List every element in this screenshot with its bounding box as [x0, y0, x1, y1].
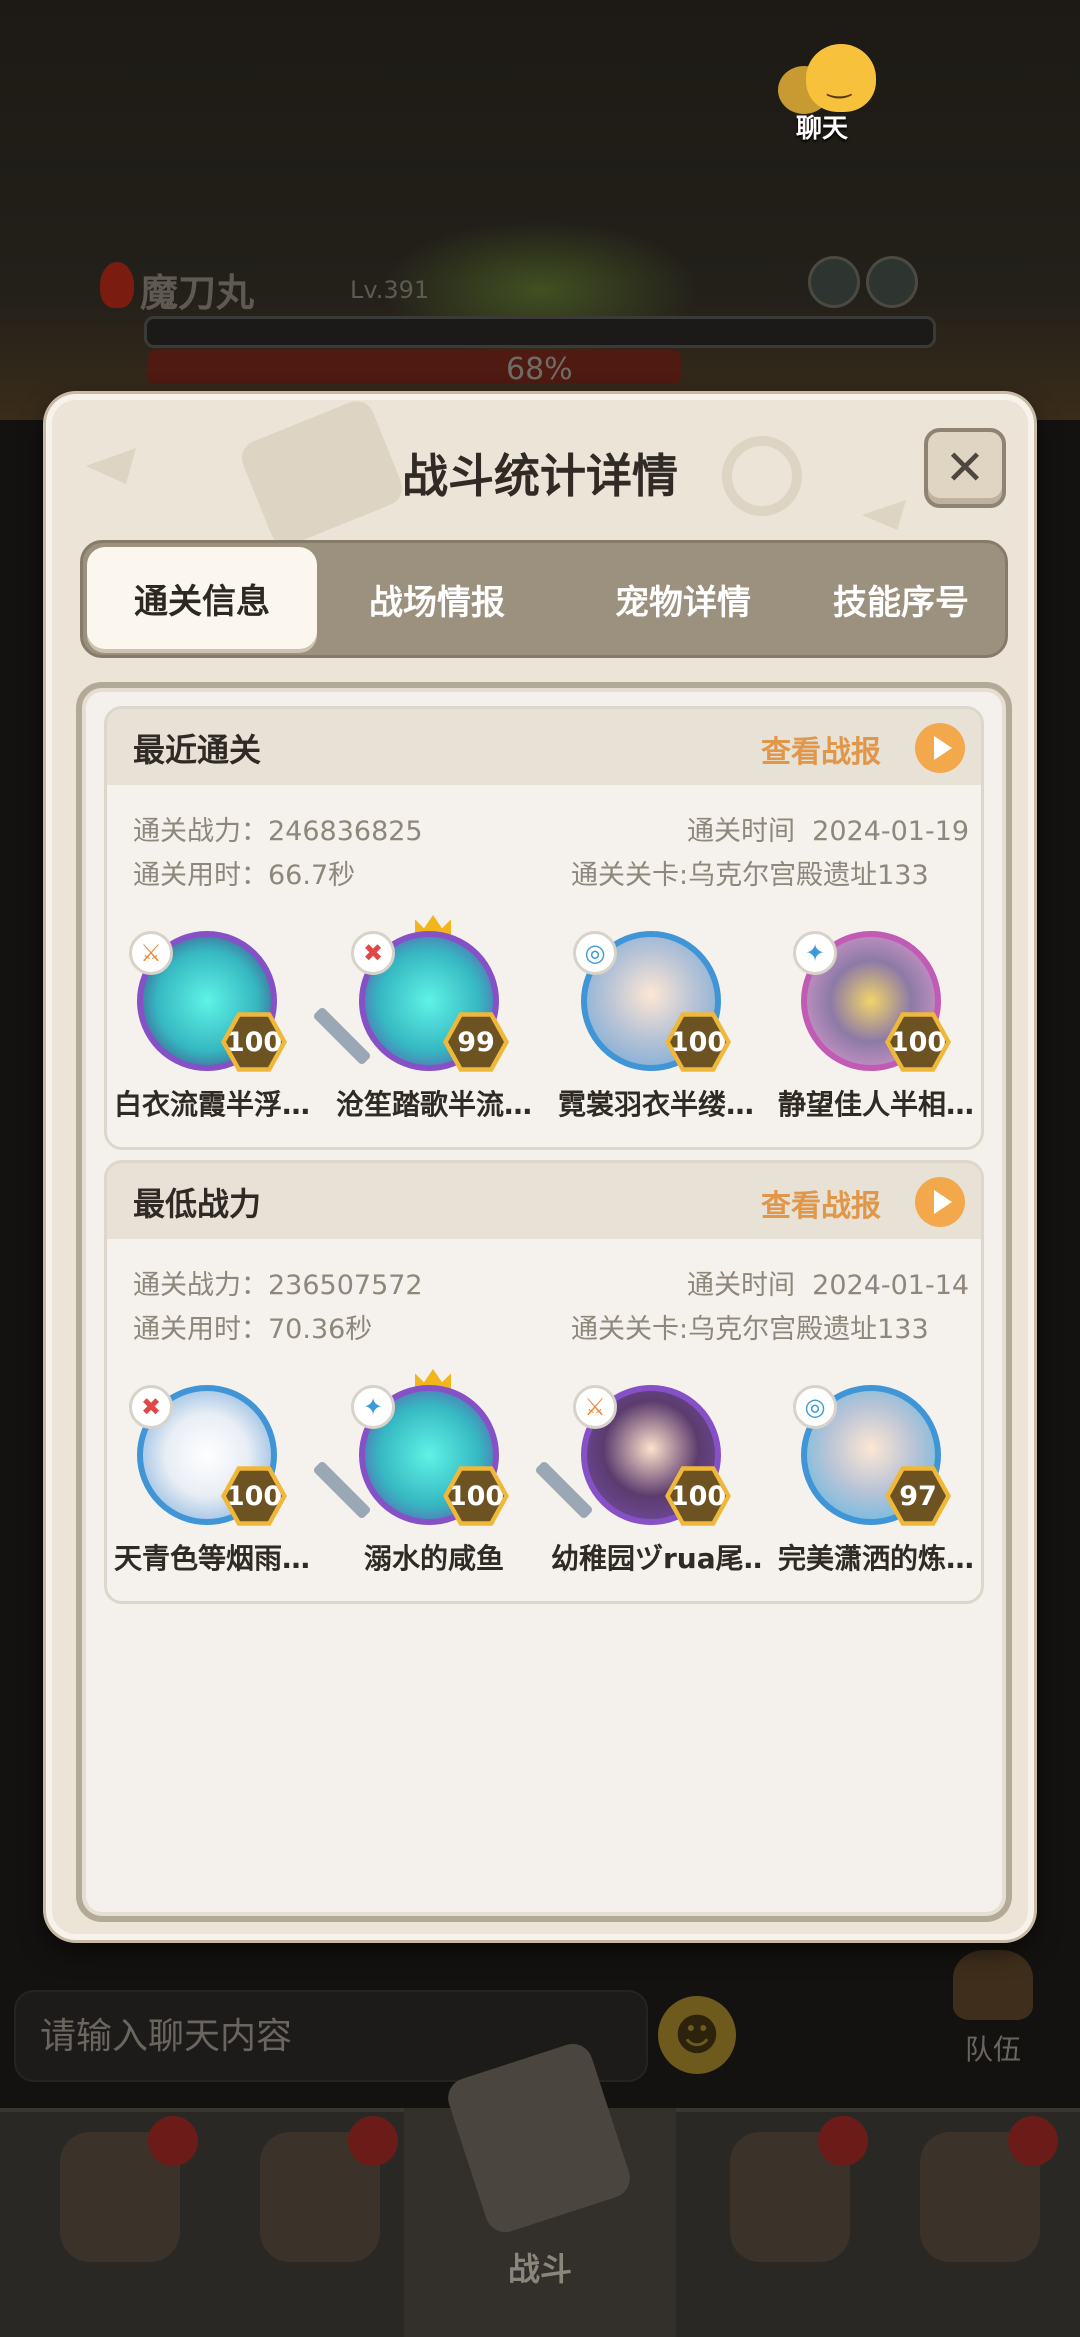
swirl-icon [808, 256, 860, 308]
modal-title: 战斗统计详情 [402, 449, 678, 503]
clear-duration: 通关用时：70.36秒 [133, 1314, 373, 1345]
nav-item-2[interactable] [220, 2108, 420, 2337]
pet-name: 沧笙踏歌半流… [335, 1088, 532, 1121]
team-button[interactable]: 队伍 [938, 1950, 1048, 2066]
notification-bell-icon [348, 2116, 398, 2166]
pet-name: 霓裳羽衣半缕… [557, 1088, 754, 1121]
chat-button-label: 聊天 [796, 114, 849, 144]
close-icon: ✕ [944, 440, 986, 496]
clear-stage: 通关关卡:乌克尔宫殿遗址133 [571, 860, 929, 891]
emoji-icon: ☻ [674, 2009, 720, 2061]
card-header: 最低战力 查看战报 [107, 1163, 981, 1239]
pet-name: 完美潇洒的炼… [777, 1542, 974, 1575]
tab-battlefield-intel[interactable]: 战场情报 [331, 543, 543, 655]
pet-name: 幼稚园ヅrua尾… [551, 1542, 761, 1575]
ghost-icon [866, 256, 918, 308]
boss-status-icons [808, 256, 924, 312]
nav-item-battle[interactable]: 战斗 [404, 2038, 676, 2337]
recent-clear-card: 最近通关 查看战报 通关战力：246836825 通关时间 2024-01-19… [104, 706, 984, 1150]
pet-name: 静望佳人半相… [777, 1088, 974, 1121]
boss-level: Lv.391 [350, 276, 430, 304]
card-title: 最近通关 [133, 731, 262, 769]
play-icon[interactable] [915, 1177, 965, 1227]
nav-item-5[interactable] [880, 2108, 1080, 2337]
close-button[interactable]: ✕ [924, 428, 1006, 508]
attack-element-icon: ✖ [129, 1385, 173, 1429]
tab-bar: 通关信息 战场情报 宠物详情 技能序号 [80, 540, 1008, 658]
flame-icon [100, 262, 134, 308]
clear-time: 通关时间 2024-01-14 [687, 1270, 970, 1301]
pet-name: 溺水的咸鱼 [363, 1542, 504, 1575]
tab-skill-order[interactable]: 技能序号 [795, 543, 1007, 655]
card-title: 最低战力 [133, 1185, 262, 1223]
chat-button[interactable]: ‿ 聊天 [778, 44, 898, 144]
team-label: 队伍 [964, 2033, 1021, 2066]
view-report-link[interactable]: 查看战报 [761, 727, 881, 771]
clear-duration: 通关用时：66.7秒 [133, 860, 356, 891]
card-header: 最近通关 查看战报 [107, 709, 981, 785]
nav-item-1[interactable] [20, 2108, 220, 2337]
boss-name: 魔刀丸 [140, 271, 255, 315]
view-report-link[interactable]: 查看战报 [761, 1181, 881, 1225]
attack-element-icon: ✖ [351, 931, 395, 975]
water-element-icon: ◎ [573, 931, 617, 975]
tab-clear-info[interactable]: 通关信息 [87, 547, 317, 649]
emoji-button[interactable]: ☻ [658, 1996, 736, 2074]
boss-bar-frame [144, 316, 936, 348]
pet-name: 天青色等烟雨… [113, 1542, 310, 1575]
team-icon [953, 1950, 1033, 2020]
ice-element-icon: ✦ [351, 1385, 395, 1429]
lowest-power-card: 最低战力 查看战报 通关战力：236507572 通关时间 2024-01-14… [104, 1160, 984, 1604]
notification-bell-icon [818, 2116, 868, 2166]
smile-icon: ‿ [828, 66, 851, 99]
boss-progress-bar [148, 350, 681, 384]
fire-element-icon: ⚔ [573, 1385, 617, 1429]
clear-power: 通关战力：236507572 [133, 1270, 423, 1301]
play-icon[interactable] [915, 723, 965, 773]
boss-progress-text: 68% [506, 352, 573, 387]
nav-item-4[interactable] [690, 2108, 890, 2337]
tab-pet-details[interactable]: 宠物详情 [573, 543, 793, 655]
water-element-icon: ◎ [793, 1385, 837, 1429]
clear-stage: 通关关卡:乌克尔宫殿遗址133 [571, 1314, 929, 1345]
battle-stats-modal: 战斗统计详情 ✕ 通关信息 战场情报 宠物详情 技能序号 最近通关 查看战报 通… [46, 394, 1034, 1940]
clear-power: 通关战力：246836825 [133, 816, 423, 847]
content-panel: 最近通关 查看战报 通关战力：246836825 通关时间 2024-01-19… [76, 682, 1012, 1922]
notification-bell-icon [148, 2116, 198, 2166]
clear-time: 通关时间 2024-01-19 [687, 816, 970, 847]
fire-element-icon: ⚔ [129, 931, 173, 975]
nav-battle-label: 战斗 [507, 2250, 572, 2288]
notification-bell-icon [1008, 2116, 1058, 2166]
ice-element-icon: ✦ [793, 931, 837, 975]
pet-name: 白衣流霞半浮… [113, 1088, 310, 1121]
